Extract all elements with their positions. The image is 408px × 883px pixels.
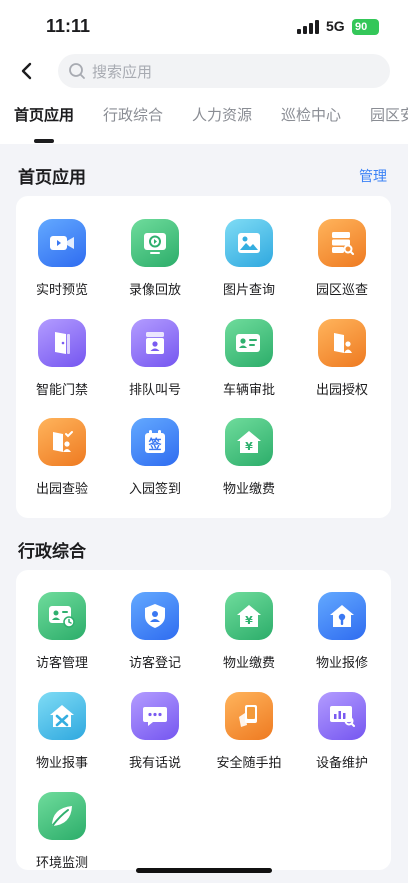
hand-phone-icon <box>225 692 273 740</box>
app-vehicle-approval[interactable]: 车辆审批 <box>206 319 290 409</box>
home-apps-card: 实时预览 录像回放 图片查询 园区巡查 智能门禁 排队叫号 车辆审批 出园授权 … <box>16 196 391 518</box>
search-icon <box>69 63 85 79</box>
app-property-fee[interactable]: ¥ 物业缴费 <box>206 418 290 508</box>
app-label: 出园授权 <box>315 383 368 398</box>
monitor-chart-icon <box>318 692 366 740</box>
app-feedback[interactable]: 我有话说 <box>112 692 196 782</box>
house-yen-icon: ¥ <box>225 418 273 466</box>
tab-admin[interactable]: 行政综合 <box>103 104 163 125</box>
app-entry-signin[interactable]: 签 入园签到 <box>112 418 196 508</box>
app-exit-check[interactable]: 出园查验 <box>19 418 103 508</box>
app-label: 物业缴费 <box>222 482 275 497</box>
back-button[interactable] <box>12 56 40 86</box>
app-label: 物业缴费 <box>222 656 275 671</box>
app-visitor-registration[interactable]: 访客登记 <box>112 592 196 682</box>
status-bar: 11:11 5G 90 <box>0 0 408 54</box>
chevron-left-icon <box>21 62 32 80</box>
sign-in-calendar-icon: 签 <box>131 418 179 466</box>
app-playback[interactable]: 录像回放 <box>112 219 196 309</box>
app-label: 设备维护 <box>315 756 368 771</box>
app-label: 环境监测 <box>35 856 88 871</box>
app-realtime-preview[interactable]: 实时预览 <box>19 219 103 309</box>
app-label: 入园签到 <box>128 482 181 497</box>
tab-indicator <box>34 139 54 143</box>
app-property-report[interactable]: 物业报事 <box>19 692 103 782</box>
server-search-icon <box>318 219 366 267</box>
home-indicator <box>136 868 272 873</box>
house-wrench-icon <box>318 592 366 640</box>
search-placeholder: 搜索应用 <box>92 63 153 81</box>
app-environment-monitoring[interactable]: 环境监测 <box>19 792 103 882</box>
house-tools-icon <box>38 692 86 740</box>
chat-bubble-icon <box>131 692 179 740</box>
exit-check-icon <box>38 418 86 466</box>
tab-hr[interactable]: 人力资源 <box>192 104 252 125</box>
app-park-patrol[interactable]: 园区巡查 <box>299 219 383 309</box>
manage-button[interactable]: 管理 <box>359 166 387 186</box>
queue-ticket-icon <box>131 319 179 367</box>
app-property-fee-2[interactable]: ¥ 物业缴费 <box>206 592 290 682</box>
image-icon <box>225 219 273 267</box>
app-image-query[interactable]: 图片查询 <box>206 219 290 309</box>
app-label: 车辆审批 <box>222 383 275 398</box>
house-yen-icon: ¥ <box>225 592 273 640</box>
app-label: 安全随手拍 <box>216 756 282 771</box>
app-equipment-maintenance[interactable]: 设备维护 <box>299 692 383 782</box>
video-camera-icon <box>38 219 86 267</box>
app-property-repair[interactable]: 物业报修 <box>299 592 383 682</box>
playback-icon <box>131 219 179 267</box>
app-label: 出园查验 <box>35 482 88 497</box>
svg-text:签: 签 <box>147 437 162 453</box>
search-input[interactable]: 搜索应用 <box>58 54 390 88</box>
app-label: 实时预览 <box>35 283 88 298</box>
tab-park-security[interactable]: 园区安 <box>370 104 408 125</box>
signal-icon <box>297 20 321 34</box>
app-label: 智能门禁 <box>35 383 88 398</box>
section-title-admin: 行政综合 <box>18 542 86 562</box>
app-label: 录像回放 <box>128 283 181 298</box>
app-visitor-management[interactable]: 访客管理 <box>19 592 103 682</box>
app-label: 物业报修 <box>315 656 368 671</box>
admin-apps-card: 访客管理 访客登记 ¥ 物业缴费 物业报修 物业报事 我有话说 安全随手拍 设备… <box>16 570 391 871</box>
visitor-card-icon <box>38 592 86 640</box>
status-time: 11:11 <box>46 16 91 36</box>
svg-text:¥: ¥ <box>245 614 253 627</box>
app-label: 物业报事 <box>35 756 88 771</box>
door-icon <box>38 319 86 367</box>
battery-level: 90 <box>355 21 368 33</box>
battery-icon: 90 <box>352 19 379 35</box>
id-card-icon <box>225 319 273 367</box>
app-exit-authorization[interactable]: 出园授权 <box>299 319 383 409</box>
tab-inspection[interactable]: 巡检中心 <box>281 104 341 125</box>
network-label: 5G <box>326 18 345 34</box>
leaf-icon <box>38 792 86 840</box>
app-smart-access[interactable]: 智能门禁 <box>19 319 103 409</box>
svg-text:¥: ¥ <box>245 440 253 453</box>
app-label: 我有话说 <box>128 756 181 771</box>
app-label: 图片查询 <box>222 283 275 298</box>
exit-door-person-icon <box>318 319 366 367</box>
shield-person-icon <box>131 592 179 640</box>
header: 搜索应用 <box>0 54 408 92</box>
app-queue-call[interactable]: 排队叫号 <box>112 319 196 409</box>
tab-home-apps[interactable]: 首页应用 <box>14 104 74 125</box>
app-safety-snapshot[interactable]: 安全随手拍 <box>206 692 290 782</box>
section-title-home: 首页应用 <box>18 168 86 188</box>
app-label: 访客管理 <box>35 656 88 671</box>
app-label: 访客登记 <box>128 656 181 671</box>
category-tabs: 首页应用 行政综合 人力资源 巡检中心 园区安 <box>0 92 408 144</box>
app-label: 排队叫号 <box>128 383 181 398</box>
app-label: 园区巡查 <box>315 283 368 298</box>
